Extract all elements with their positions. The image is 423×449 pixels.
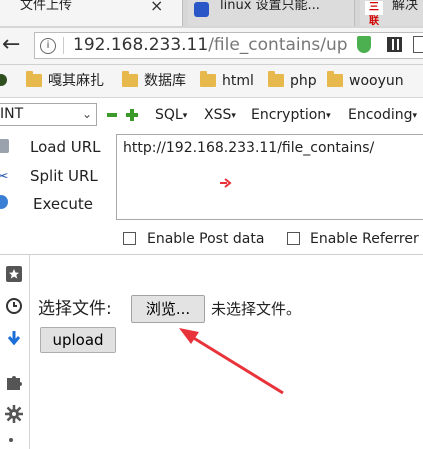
menu-sql[interactable]: SQL▾	[155, 104, 187, 127]
split-url-icon: ✂	[0, 167, 9, 185]
tab-label: 文件上传	[20, 0, 73, 13]
bookmark-star-icon[interactable]	[5, 265, 23, 283]
no-file-selected-text: 未选择文件。	[211, 300, 302, 318]
browse-file-button[interactable]: 浏览...	[131, 295, 205, 323]
url-host: 192.168.233.11	[73, 35, 209, 55]
bookmark-label: 数据库	[144, 73, 186, 89]
load-url-button[interactable]: Load URL	[30, 137, 101, 157]
load-url-icon	[0, 139, 9, 153]
red-arrow-cursor-icon	[220, 178, 232, 188]
history-clock-icon[interactable]	[5, 297, 23, 315]
bookmark-label: php	[290, 73, 317, 89]
textarea-value: http://192.168.233.11/file_contains/	[123, 140, 375, 156]
download-arrow-icon[interactable]	[5, 329, 23, 347]
version-select[interactable]: INT ⌄	[0, 103, 97, 126]
back-arrow-icon[interactable]: ←	[2, 33, 20, 57]
menu-xss[interactable]: XSS▾	[204, 104, 236, 127]
close-icon[interactable]: ×	[150, 0, 163, 16]
bookmark-favicon-icon[interactable]	[0, 74, 7, 86]
folder-icon	[200, 71, 216, 87]
folder-icon	[26, 71, 42, 87]
execute-button[interactable]: Execute	[33, 194, 93, 214]
sanlian-favicon-icon: 三联	[365, 1, 383, 27]
reader-icon[interactable]	[413, 36, 423, 53]
sidebar	[0, 255, 30, 449]
bookmark-folder-gaqimazha[interactable]: 嘎其麻扎	[26, 70, 120, 92]
url-path: /file_contains/up	[208, 35, 348, 55]
upload-button[interactable]: upload	[40, 327, 116, 353]
chevron-down-icon: ⌄	[81, 107, 92, 121]
tab-label: linux 设置只能...	[220, 0, 320, 13]
url-bar[interactable]: i 192.168.233.11/file_contains/up	[34, 32, 423, 59]
shield-icon[interactable]	[357, 36, 371, 53]
url-separator	[63, 37, 64, 54]
version-select-value: INT	[0, 106, 24, 122]
bookmark-folder-php[interactable]: php	[268, 70, 320, 92]
bookmark-folder-html[interactable]: html	[200, 70, 260, 92]
menu-label: XSS	[204, 107, 232, 123]
bookmark-folder-wooyun[interactable]: wooyun	[327, 70, 407, 92]
tab-file-upload[interactable]: 文件上传 ×	[0, 0, 183, 26]
folder-icon	[268, 71, 284, 87]
tab-strip: 文件上传 × linux 设置只能... 三联 解决	[0, 0, 423, 28]
folder-icon	[122, 71, 138, 87]
url-text[interactable]: 192.168.233.11/file_contains/up	[73, 34, 348, 56]
bookmark-folder-database[interactable]: 数据库	[122, 70, 196, 92]
bookmark-label: wooyun	[349, 73, 404, 89]
dropdown-arrow-icon: ▾	[412, 111, 418, 121]
settings-gear-icon[interactable]	[5, 405, 23, 423]
hackbar-url-textarea[interactable]: http://192.168.233.11/file_contains/	[116, 134, 423, 220]
navigation-bar: ← i 192.168.233.11/file_contains/up	[0, 28, 423, 65]
menu-label: Encryption	[251, 107, 327, 123]
menu-encoding[interactable]: Encoding▾	[348, 104, 417, 127]
enable-referrer-checkbox[interactable]	[287, 232, 300, 245]
dropdown-arrow-icon: ▾	[182, 111, 188, 121]
menu-encryption[interactable]: Encryption▾	[251, 104, 331, 127]
divider	[0, 254, 423, 255]
hackbar-toolbar: INT ⌄ SQL▾ XSS▾ Encryption▾ Encoding▾	[0, 98, 423, 133]
enable-post-label: Enable Post data	[147, 231, 265, 247]
info-icon[interactable]: i	[40, 38, 56, 54]
paw-favicon-icon	[194, 2, 209, 17]
tab-linux-settings[interactable]: linux 设置只能...	[188, 0, 355, 26]
puzzle-addon-icon[interactable]	[5, 373, 23, 391]
tab-label: 解决	[392, 0, 419, 13]
qr-code-icon[interactable]	[387, 37, 402, 52]
execute-icon	[0, 195, 8, 209]
dropdown-arrow-icon: ▾	[231, 111, 236, 121]
enable-referrer-label: Enable Referrer	[310, 231, 419, 247]
split-url-button[interactable]: Split URL	[30, 166, 98, 186]
bookmarks-bar: 嘎其麻扎 数据库 html php wooyun	[0, 65, 423, 98]
more-indicator	[9, 438, 13, 442]
file-input-label: 选择文件:	[38, 299, 112, 319]
enable-post-checkbox[interactable]	[123, 232, 136, 245]
bookmark-label: html	[222, 73, 254, 89]
bookmark-label: 嘎其麻扎	[48, 73, 104, 89]
menu-label: Encoding	[348, 107, 413, 123]
menu-label: SQL	[155, 107, 183, 123]
decrease-icon[interactable]	[107, 113, 117, 117]
folder-icon	[327, 71, 343, 87]
increase-icon[interactable]	[126, 109, 138, 121]
tab-solution[interactable]: 三联 解决	[360, 0, 423, 27]
dropdown-arrow-icon: ▾	[326, 111, 331, 121]
